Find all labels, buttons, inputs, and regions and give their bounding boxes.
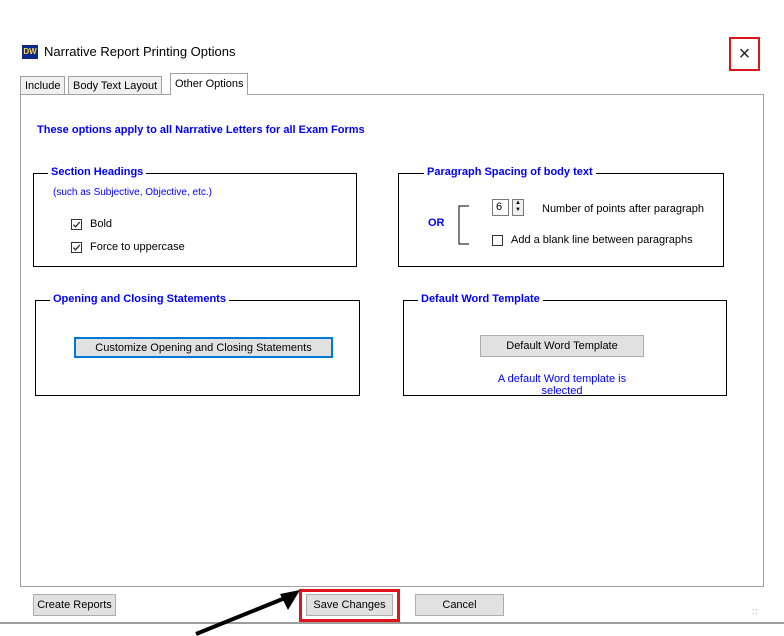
save-highlight-box: [299, 589, 400, 622]
or-label: OR: [428, 217, 445, 229]
tab-body-text-layout[interactable]: Body Text Layout: [68, 76, 163, 94]
annotation-arrow-icon: [195, 590, 300, 636]
default-word-template-button[interactable]: Default Word Template: [480, 335, 644, 357]
uppercase-checkbox[interactable]: [71, 242, 82, 253]
resize-grip-icon[interactable]: ...:: [752, 604, 762, 616]
checkmark-icon: [72, 244, 81, 251]
apply-note: These options apply to all Narrative Let…: [37, 124, 365, 136]
section-headings-subtitle: (such as Subjective, Objective, etc.): [53, 187, 212, 198]
bold-label: Bold: [90, 218, 113, 230]
paragraph-spacing-legend: Paragraph Spacing of body text: [424, 166, 596, 178]
points-spinner[interactable]: ▲ ▼: [512, 199, 524, 216]
app-icon: DW: [22, 45, 38, 59]
uppercase-label: Force to uppercase: [90, 241, 185, 253]
create-reports-button[interactable]: Create Reports: [33, 594, 116, 616]
tab-include[interactable]: Include: [20, 76, 66, 94]
word-template-legend: Default Word Template: [418, 293, 543, 305]
customize-statements-button[interactable]: Customize Opening and Closing Statements: [74, 337, 333, 358]
points-input[interactable]: 6: [492, 199, 509, 216]
paragraph-spacing-group: [398, 173, 724, 267]
bold-checkbox[interactable]: [71, 219, 82, 230]
template-status: A default Word template is selected: [497, 373, 627, 397]
or-bracket: [458, 205, 469, 245]
blank-line-label: Add a blank line between paragraphs: [511, 234, 693, 246]
points-label: Number of points after paragraph: [542, 203, 705, 215]
spin-up-icon[interactable]: ▲: [513, 200, 523, 207]
section-headings-legend: Section Headings: [48, 166, 147, 178]
tab-other-options[interactable]: Other Options: [170, 73, 249, 95]
close-highlight-box: [729, 37, 760, 71]
window-title: Narrative Report Printing Options: [44, 44, 236, 59]
spin-down-icon[interactable]: ▼: [513, 207, 523, 214]
opening-closing-legend: Opening and Closing Statements: [50, 293, 229, 305]
window-bottom-edge: [0, 622, 784, 624]
cancel-button[interactable]: Cancel: [415, 594, 504, 616]
blank-line-checkbox[interactable]: [492, 235, 503, 246]
checkmark-icon: [72, 221, 81, 228]
